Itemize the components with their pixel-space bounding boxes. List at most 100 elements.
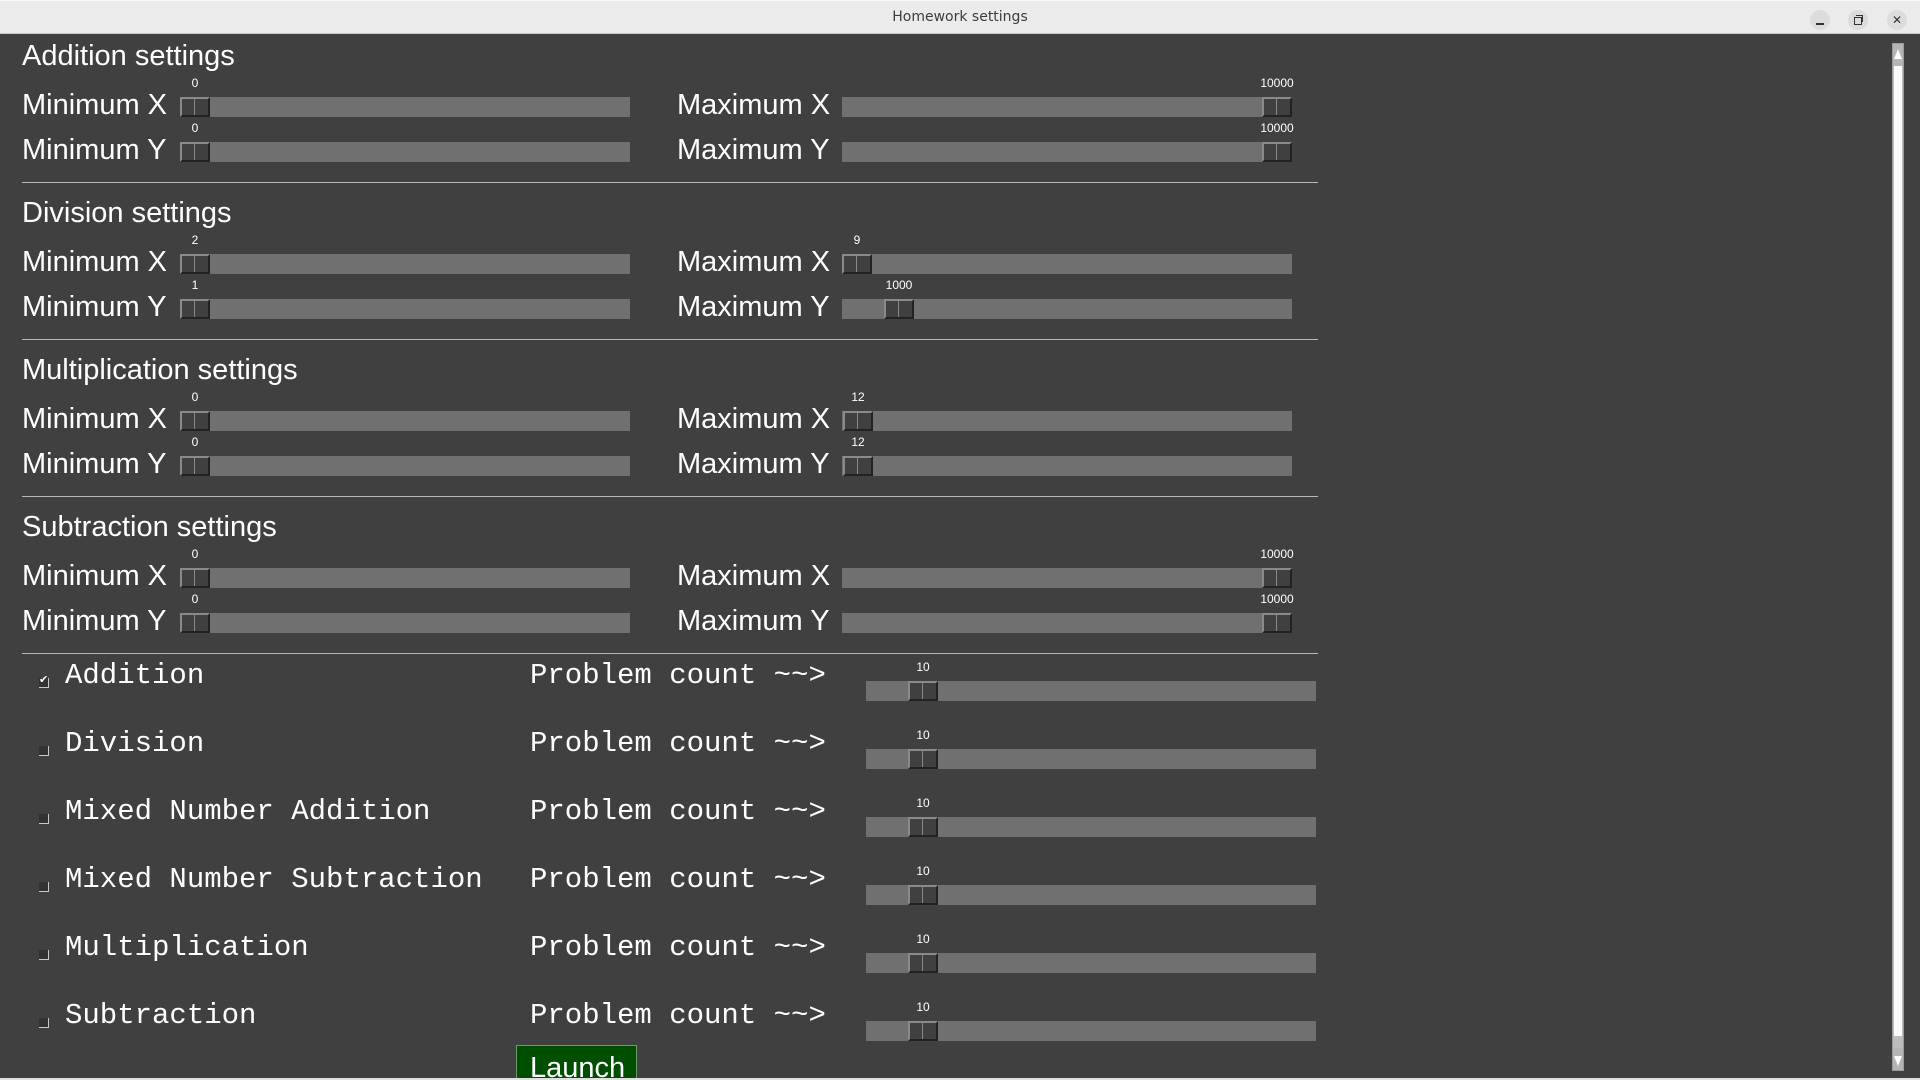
division-minimum-y-slider[interactable]: 1 <box>180 278 630 319</box>
subtraction-minimum-y-slider[interactable]: 0 <box>180 592 630 633</box>
slider-value: 0 <box>191 592 199 606</box>
slider-handle[interactable] <box>1262 97 1292 117</box>
scrollbar-thumb[interactable] <box>1894 66 1902 1036</box>
slider-label: Minimum Y <box>22 605 167 637</box>
slider-label: Minimum Y <box>22 291 167 323</box>
problem-count-label: Problem count ~~> <box>530 931 826 964</box>
subtraction-maximum-y-slider[interactable]: 10000 <box>842 592 1294 633</box>
arrow-up-icon <box>1894 49 1902 59</box>
slider-label: Maximum X <box>677 89 831 121</box>
slider-label: Minimum Y <box>22 134 167 166</box>
problem-count-slider-subtraction[interactable]: 10 <box>866 1000 1316 1041</box>
checkbox-multiplication[interactable] <box>39 950 49 960</box>
section-heading: Addition settings <box>22 40 235 72</box>
problem-count-label: Problem count ~~> <box>530 795 826 828</box>
slider-handle[interactable] <box>1262 142 1292 162</box>
slider-value: 0 <box>191 390 199 404</box>
slider-handle[interactable] <box>843 456 873 476</box>
section-heading: Division settings <box>22 197 232 229</box>
slider-handle[interactable] <box>180 299 210 319</box>
checkbox-subtraction[interactable] <box>39 1018 49 1028</box>
slider-handle[interactable] <box>180 613 210 633</box>
slider-handle[interactable] <box>884 299 914 319</box>
checkbox-mixed-number-subtraction[interactable] <box>39 882 49 892</box>
problem-count-slider-addition[interactable]: 10 <box>866 660 1316 701</box>
problem-count-slider-mixed-number-subtraction[interactable]: 10 <box>866 864 1316 905</box>
section-separator <box>22 496 1318 497</box>
slider-label: Minimum X <box>22 403 168 435</box>
problem-count-label: Problem count ~~> <box>530 999 826 1032</box>
slider-handle[interactable] <box>180 97 210 117</box>
checkbox-addition[interactable]: ✔ <box>39 673 49 688</box>
addition-maximum-x-slider[interactable]: 10000 <box>842 76 1294 117</box>
addition-minimum-y-slider[interactable]: 0 <box>180 121 630 162</box>
close-icon: ✕ <box>1891 13 1903 27</box>
slider-handle[interactable] <box>180 142 210 162</box>
checkbox-division[interactable] <box>39 746 49 756</box>
section-heading: Subtraction settings <box>22 511 277 543</box>
problem-count-label: Problem count ~~> <box>530 863 826 896</box>
subtraction-maximum-x-slider[interactable]: 10000 <box>842 547 1294 588</box>
slider-handle[interactable] <box>908 749 938 769</box>
division-maximum-x-slider[interactable]: 9 <box>842 233 1292 274</box>
slider-handle[interactable] <box>843 411 873 431</box>
scroll-up-button[interactable] <box>1893 44 1903 66</box>
checkbox-mixed-number-addition[interactable] <box>39 814 49 824</box>
slider-handle[interactable] <box>180 456 210 476</box>
slider-handle[interactable] <box>908 681 938 701</box>
multiplication-maximum-x-slider[interactable]: 12 <box>842 390 1292 431</box>
slider-handle[interactable] <box>908 885 938 905</box>
slider-value: 12 <box>851 390 865 404</box>
problem-type-label: Multiplication <box>65 931 309 964</box>
close-button[interactable]: ✕ <box>1887 10 1907 30</box>
slider-value: 10000 <box>1260 76 1294 90</box>
vertical-scrollbar[interactable] <box>1892 43 1904 1071</box>
multiplication-minimum-x-slider[interactable]: 0 <box>180 390 630 431</box>
problem-count-slider-division[interactable]: 10 <box>866 728 1316 769</box>
slider-value: 12 <box>851 435 865 449</box>
restore-icon <box>1854 17 1862 25</box>
maximize-button[interactable] <box>1848 10 1868 30</box>
problem-count-slider-multiplication[interactable]: 10 <box>866 932 1316 973</box>
section-separator <box>22 653 1318 654</box>
multiplication-maximum-y-slider[interactable]: 12 <box>842 435 1292 476</box>
launch-button[interactable]: Launch <box>516 1045 637 1079</box>
slider-value: 2 <box>191 233 199 247</box>
slider-value: 1 <box>191 278 199 292</box>
slider-label: Minimum X <box>22 246 168 278</box>
settings-panel: Launch Addition settings Minimum X 0 Maximu… <box>0 34 1920 1079</box>
slider-value: 0 <box>191 435 199 449</box>
slider-handle[interactable] <box>1262 568 1292 588</box>
problem-type-label: Mixed Number Subtraction <box>65 863 483 896</box>
minimize-button[interactable] <box>1810 10 1830 30</box>
slider-value: 0 <box>191 76 199 90</box>
problem-count-label: Problem count ~~> <box>530 659 826 692</box>
slider-label: Maximum Y <box>677 448 830 480</box>
problem-type-label: Subtraction <box>65 999 257 1032</box>
slider-handle[interactable] <box>908 953 938 973</box>
slider-value: 10000 <box>1260 592 1294 606</box>
slider-label: Minimum Y <box>22 448 167 480</box>
subtraction-minimum-x-slider[interactable]: 0 <box>180 547 630 588</box>
multiplication-minimum-y-slider[interactable]: 0 <box>180 435 630 476</box>
slider-handle[interactable] <box>908 817 938 837</box>
problem-count-slider-mixed-number-addition[interactable]: 10 <box>866 796 1316 837</box>
slider-handle[interactable] <box>842 254 872 274</box>
slider-value: 1000 <box>885 278 913 292</box>
slider-handle[interactable] <box>180 254 210 274</box>
slider-value: 10 <box>916 932 930 946</box>
addition-minimum-x-slider[interactable]: 0 <box>180 76 630 117</box>
slider-value: 10 <box>916 796 930 810</box>
slider-value: 0 <box>191 547 199 561</box>
slider-handle[interactable] <box>908 1021 938 1041</box>
division-minimum-x-slider[interactable]: 2 <box>180 233 630 274</box>
slider-value: 10000 <box>1260 547 1294 561</box>
slider-handle[interactable] <box>180 411 210 431</box>
slider-handle[interactable] <box>1262 613 1292 633</box>
slider-value: 10 <box>916 1000 930 1014</box>
addition-maximum-y-slider[interactable]: 10000 <box>842 121 1294 162</box>
slider-handle[interactable] <box>180 568 210 588</box>
minimize-icon <box>1816 23 1824 25</box>
scroll-down-button[interactable] <box>1893 1048 1903 1070</box>
division-maximum-y-slider[interactable]: 1000 <box>842 278 1292 319</box>
